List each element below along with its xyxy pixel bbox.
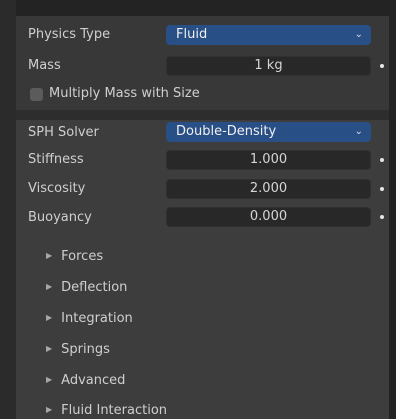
multiply-mass-label: Multiply Mass with Size [49, 86, 200, 101]
triangle-right-icon: ▶ [46, 344, 53, 353]
triangle-right-icon: ▶ [46, 313, 53, 322]
triangle-right-icon: ▶ [46, 251, 53, 260]
section-advanced[interactable]: ▶ Advanced [46, 373, 125, 388]
physics-type-dropdown[interactable]: Fluid ⌄ [166, 25, 371, 45]
keyframe-dot-icon[interactable] [380, 187, 384, 191]
physics-type-value: Fluid [176, 27, 208, 42]
viscosity-value: 2.000 [249, 181, 288, 196]
mass-field[interactable]: 1 kg [166, 56, 371, 76]
stiffness-value: 1.000 [249, 152, 288, 167]
mass-value: 1 kg [254, 58, 283, 73]
section-integration[interactable]: ▶ Integration [46, 311, 133, 326]
chevron-down-icon: ⌄ [354, 29, 363, 40]
buoyancy-field[interactable]: 0.000 [166, 207, 371, 227]
triangle-right-icon: ▶ [46, 282, 53, 291]
mass-label: Mass [28, 58, 61, 73]
section-separator [16, 110, 389, 120]
sph-solver-value: Double-Density [176, 124, 277, 139]
left-gutter [0, 0, 16, 419]
chevron-down-icon: ⌄ [354, 126, 363, 137]
stiffness-field[interactable]: 1.000 [166, 150, 371, 170]
triangle-right-icon: ▶ [46, 375, 53, 384]
viscosity-field[interactable]: 2.000 [166, 179, 371, 199]
section-springs[interactable]: ▶ Springs [46, 342, 110, 357]
section-forces[interactable]: ▶ Forces [46, 249, 103, 264]
multiply-mass-checkbox[interactable] [30, 88, 43, 101]
sph-solver-label: SPH Solver [28, 125, 99, 140]
buoyancy-label: Buoyancy [28, 210, 92, 225]
keyframe-dot-icon[interactable] [380, 158, 384, 162]
section-fluid-interaction[interactable]: ▶ Fluid Interaction [46, 403, 167, 418]
physics-type-label: Physics Type [28, 27, 111, 42]
viscosity-label: Viscosity [28, 181, 86, 196]
keyframe-dot-icon[interactable] [380, 215, 384, 219]
stiffness-label: Stiffness [28, 152, 84, 167]
section-deflection[interactable]: ▶ Deflection [46, 280, 127, 295]
triangle-right-icon: ▶ [46, 405, 53, 414]
sph-solver-dropdown[interactable]: Double-Density ⌄ [166, 122, 371, 142]
keyframe-dot-icon[interactable] [380, 64, 384, 68]
buoyancy-value: 0.000 [249, 209, 288, 224]
